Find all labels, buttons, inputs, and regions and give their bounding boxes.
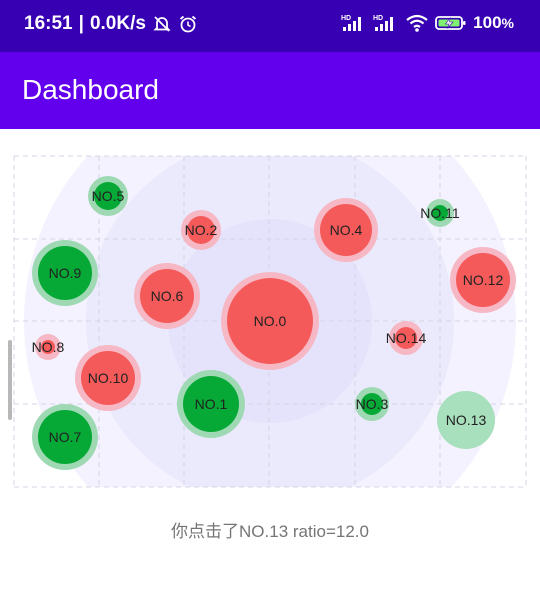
bubble-label-no-11: NO.11	[420, 205, 460, 221]
bubble-label-no-5: NO.5	[92, 188, 125, 204]
status-separator: |	[78, 13, 84, 34]
bubble-label-no-12: NO.12	[463, 272, 504, 288]
wifi-icon	[406, 14, 428, 32]
app-bar: Dashboard	[0, 52, 540, 129]
bubble-label-no-0: NO.0	[254, 313, 287, 329]
click-result-text: 你点击了NO.13 ratio=12.0	[171, 522, 369, 541]
scrollbar[interactable]	[8, 340, 12, 420]
bubble-chart[interactable]: NO.0 NO.1 NO.2 NO.3 NO.4 NO.5 NO.6 NO.7 NO.8 NO.9…	[0, 75, 540, 567]
status-bar: 16:51 | 0.0K/s HD HD 100%	[0, 0, 540, 52]
bubble-label-no-13: NO.13	[446, 412, 487, 428]
hd-label: HD	[341, 15, 351, 22]
bubble-label-no-8: NO.8	[32, 339, 65, 355]
plot-mask	[0, 140, 14, 500]
bubble-label-no-14: NO.14	[386, 330, 427, 346]
bubble-label-no-3: NO.3	[356, 396, 389, 412]
hd-label: HD	[373, 15, 383, 22]
bubble-label-no-10: NO.10	[88, 370, 129, 386]
battery-percent: 100%	[473, 13, 514, 32]
clock: 16:51	[24, 13, 73, 34]
bubble-label-no-1: NO.1	[195, 396, 228, 412]
network-speed: 0.0K/s	[89, 13, 146, 34]
bubble-label-no-4: NO.4	[330, 222, 363, 238]
mute-icon	[153, 16, 171, 32]
page-title: Dashboard	[22, 74, 159, 105]
battery-charging-icon	[435, 16, 466, 30]
bubble-chart-svg[interactable]: NO.0 NO.1 NO.2 NO.3 NO.4 NO.5 NO.6 NO.7 NO.8 NO.9…	[0, 75, 540, 567]
status-right: HD HD 100%	[341, 13, 514, 33]
plot-mask	[526, 140, 540, 500]
bubble-label-no-6: NO.6	[151, 288, 184, 304]
bubble-label-no-7: NO.7	[49, 429, 82, 445]
status-left: 16:51 | 0.0K/s	[24, 13, 198, 35]
bubble-label-no-2: NO.2	[185, 222, 218, 238]
bubble-label-no-9: NO.9	[49, 265, 82, 281]
hd-signal-icon: HD	[373, 15, 394, 31]
alarm-icon	[179, 15, 196, 33]
hd-signal-icon: HD	[341, 15, 362, 31]
plot-mask	[0, 487, 540, 500]
plot-mask	[0, 140, 540, 156]
